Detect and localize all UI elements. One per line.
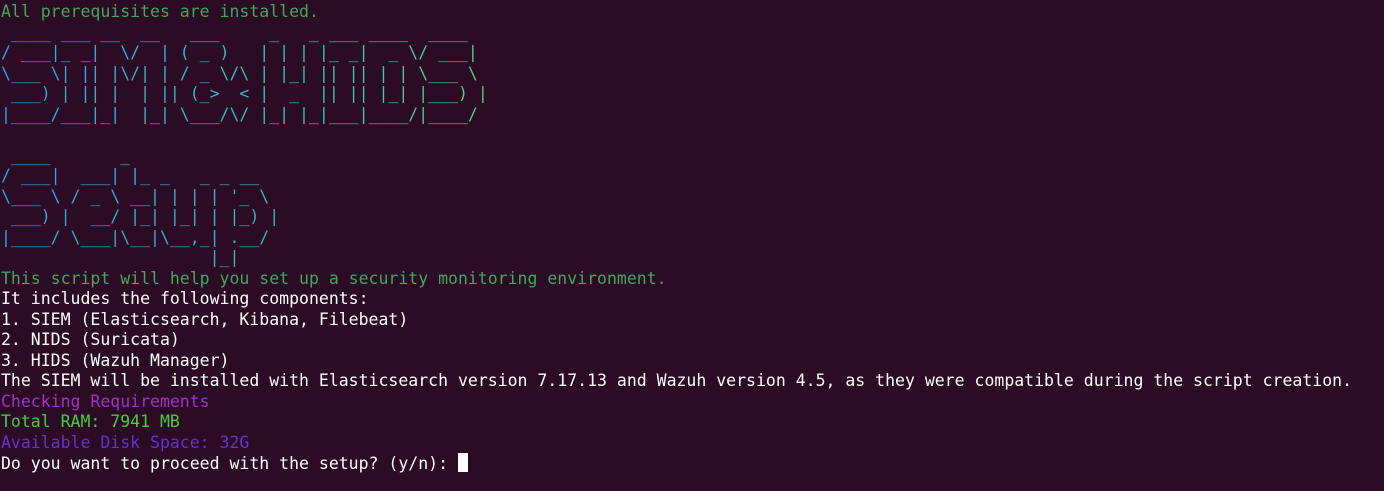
setup-banner: ____ _ / ___| ___| |_ _ _ _ __ \___ \ / …: [1, 146, 1384, 269]
checking-requirements: Checking Requirements: [1, 391, 210, 411]
version-info: The SIEM will be installed with Elastics…: [1, 371, 1353, 390]
component-nids: 2. NIDS (Suricata): [1, 330, 180, 349]
prereq-message: All prerequisites are installed.: [1, 2, 319, 21]
prompt-line[interactable]: Do you want to proceed with the setup? (…: [1, 453, 1384, 474]
total-ram: Total RAM: 7941 MB: [1, 412, 180, 431]
components-heading: It includes the following components:: [1, 289, 369, 308]
terminal-window[interactable]: All prerequisites are installed. ____ __…: [0, 0, 1384, 491]
intro-message: This script will help you set up a secur…: [1, 268, 667, 288]
siem-nids-banner: ____ ___ __ __ ___ _ _ ___ ____ ____ / _…: [1, 23, 1384, 126]
component-hids: 3. HIDS (Wazuh Manager): [1, 350, 230, 370]
text-cursor[interactable]: [457, 453, 468, 472]
disk-space: Available Disk Space: 32G: [1, 432, 250, 452]
prompt-text: Do you want to proceed with the setup? (…: [1, 454, 458, 473]
component-siem: 1. SIEM (Elasticsearch, Kibana, Filebeat…: [1, 309, 409, 329]
